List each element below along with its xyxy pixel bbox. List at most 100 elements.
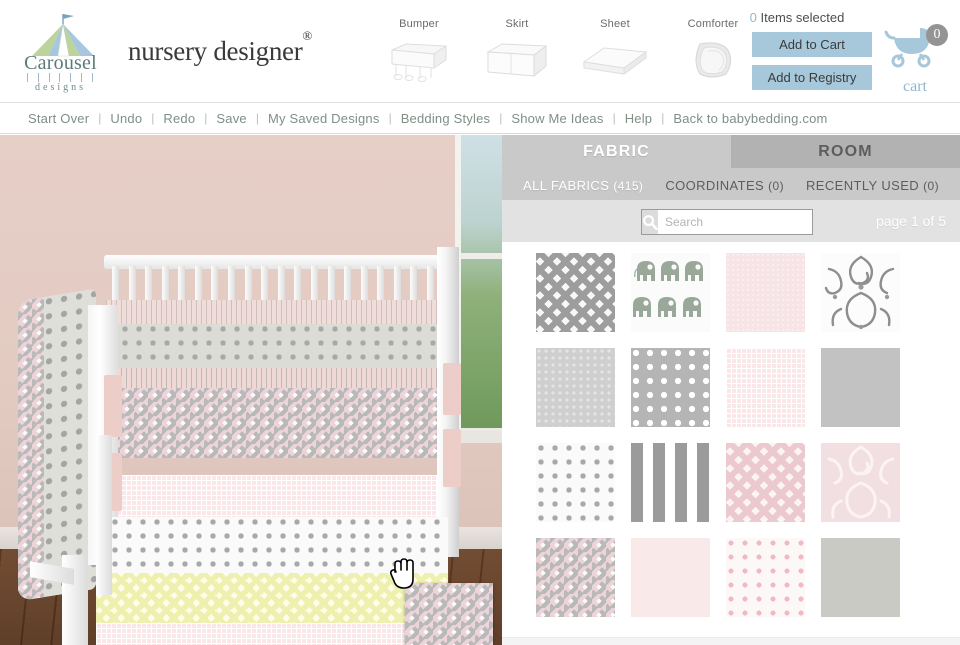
fabric-swatch-pink-gingham[interactable] <box>726 348 805 427</box>
nav-my-saved-designs[interactable]: My Saved Designs <box>268 111 380 126</box>
fabric-swatch-scroll[interactable] <box>502 242 960 645</box>
add-to-cart-button[interactable]: Add to Cart <box>752 32 872 57</box>
nav-back-to-site[interactable]: Back to babybedding.com <box>673 111 827 126</box>
subtab-coordinates-count: (0) <box>768 178 784 193</box>
search-box[interactable] <box>641 209 820 235</box>
tab-fabric[interactable]: FABRIC <box>502 135 731 168</box>
bumper-chevron-band <box>106 388 442 458</box>
fabric-swatch-pink-damask[interactable] <box>821 443 900 522</box>
subtab-coordinates[interactable]: COORDINATES (0) <box>665 178 784 193</box>
sheet-icon <box>578 36 652 82</box>
toolbar-nav: Start Over | Undo | Redo | Save | My Sav… <box>0 103 960 134</box>
search-button[interactable] <box>642 210 658 234</box>
fabric-panel: FABRIC ROOM ALL FABRICS (415) COORDINATE… <box>502 135 960 645</box>
product-sheet-label: Sheet <box>600 18 630 30</box>
nav-redo[interactable]: Redo <box>163 111 195 126</box>
subtab-all-fabrics[interactable]: ALL FABRICS (415) <box>523 178 643 193</box>
items-selected-label: Items selected <box>760 10 845 25</box>
nursery-designer-app: Carousel designs nursery designer® Bumpe… <box>0 0 960 645</box>
add-to-registry-button[interactable]: Add to Registry <box>752 65 872 90</box>
dragged-fabric-swatch[interactable] <box>405 583 493 645</box>
nav-undo[interactable]: Undo <box>110 111 142 126</box>
items-selected-status: 0 Items selected <box>722 10 872 25</box>
fabric-swatch-gray-elephants[interactable] <box>631 253 710 332</box>
product-bumper-label: Bumper <box>399 18 439 30</box>
fabric-swatch-pink-dot-on-white[interactable] <box>726 538 805 617</box>
fabric-swatch-gray-stripe[interactable] <box>631 443 710 522</box>
registered-mark: ® <box>302 28 312 43</box>
nav-separator: | <box>255 111 259 125</box>
app-header: Carousel designs nursery designer® Bumpe… <box>0 0 960 103</box>
panel-subtabs: ALL FABRICS (415) COORDINATES (0) RECENT… <box>502 168 960 200</box>
page-title-text: nursery designer <box>128 36 303 66</box>
page-indicator: page 1 of 5 <box>875 213 946 229</box>
bumper-icon <box>382 36 456 82</box>
skirt-layer-pink <box>96 623 448 645</box>
fabric-swatch-gray-dot-on-white[interactable] <box>536 443 615 522</box>
grab-hand-cursor <box>389 558 414 589</box>
product-category-list: Bumper Skirt Sheet Comforter <box>382 18 738 90</box>
search-input[interactable] <box>658 210 820 234</box>
logo-subtext: designs <box>35 82 86 93</box>
bumper-tie <box>443 363 461 415</box>
nav-show-me-ideas[interactable]: Show Me Ideas <box>511 111 603 126</box>
subtab-coordinates-label: COORDINATES <box>665 177 765 193</box>
subtab-all-fabrics-count: (415) <box>613 178 644 193</box>
bumper-tie <box>443 429 461 487</box>
crib-bumper[interactable] <box>106 300 442 475</box>
panel-bottom-edge <box>502 637 960 645</box>
crib-sheet-band <box>106 475 442 517</box>
fabric-swatch-pink-solid[interactable] <box>631 538 710 617</box>
cart-button[interactable]: 0 cart <box>880 24 950 96</box>
nav-help[interactable]: Help <box>625 111 653 126</box>
fabric-swatch-light-gray-solid[interactable] <box>821 538 900 617</box>
preview-crib <box>0 135 502 645</box>
product-skirt-label: Skirt <box>505 18 529 30</box>
nav-separator: | <box>499 111 503 125</box>
subtab-recently-used-count: (0) <box>923 178 939 193</box>
fabric-swatch-gray-minky-dot[interactable] <box>536 348 615 427</box>
carousel-designs-logo[interactable]: Carousel designs <box>8 12 113 94</box>
search-row: page 1 of 5 <box>502 200 960 242</box>
fabric-swatch-gray-solid[interactable] <box>821 348 900 427</box>
nav-separator: | <box>98 111 102 125</box>
nav-separator: | <box>612 111 616 125</box>
subtab-all-fabrics-label: ALL FABRICS <box>523 177 610 193</box>
items-selected-count: 0 <box>749 10 757 25</box>
fabric-swatch-pink-gray-chevron[interactable] <box>536 538 615 617</box>
crib-leg <box>96 435 112 595</box>
bumper-dot-band <box>106 324 442 370</box>
product-bumper[interactable]: Bumper <box>382 18 456 90</box>
logo-tent-legs <box>27 73 93 82</box>
nav-save[interactable]: Save <box>216 111 246 126</box>
nav-start-over[interactable]: Start Over <box>28 111 89 126</box>
skirt-icon <box>480 36 554 82</box>
product-skirt[interactable]: Skirt <box>480 18 554 90</box>
fabric-swatch-white-dot-on-gray[interactable] <box>631 348 710 427</box>
bumper-ruffle-top <box>106 300 442 324</box>
page-title: nursery designer® <box>128 28 312 67</box>
bumper-ruffle-mid <box>106 368 442 390</box>
fabric-swatch-gray-damask[interactable] <box>821 253 900 332</box>
bumper-tie <box>104 375 122 437</box>
subtab-recently-used-label: RECENTLY USED <box>806 177 920 193</box>
fabric-swatch-pink-chevron[interactable] <box>726 443 805 522</box>
nav-separator: | <box>388 111 392 125</box>
cart-area: 0 Items selected Add to Cart Add to Regi… <box>720 8 950 96</box>
cart-label: cart <box>903 78 927 95</box>
fabric-swatch-gray-chevron[interactable] <box>536 253 615 332</box>
tab-room[interactable]: ROOM <box>731 135 960 168</box>
logo-wordmark: Carousel <box>24 52 97 74</box>
nav-separator: | <box>661 111 665 125</box>
product-sheet[interactable]: Sheet <box>578 18 652 90</box>
nav-bedding-styles[interactable]: Bedding Styles <box>401 111 491 126</box>
room-preview-canvas[interactable] <box>0 135 502 645</box>
fabric-swatch-pink-texture[interactable] <box>726 253 805 332</box>
nav-separator: | <box>204 111 208 125</box>
fabric-swatch-grid <box>536 253 900 617</box>
subtab-recently-used[interactable]: RECENTLY USED (0) <box>806 178 939 193</box>
cart-badge: 0 <box>926 24 948 46</box>
headboard-chevron-edge <box>18 297 44 602</box>
search-icon <box>643 215 658 230</box>
nav-separator: | <box>151 111 155 125</box>
